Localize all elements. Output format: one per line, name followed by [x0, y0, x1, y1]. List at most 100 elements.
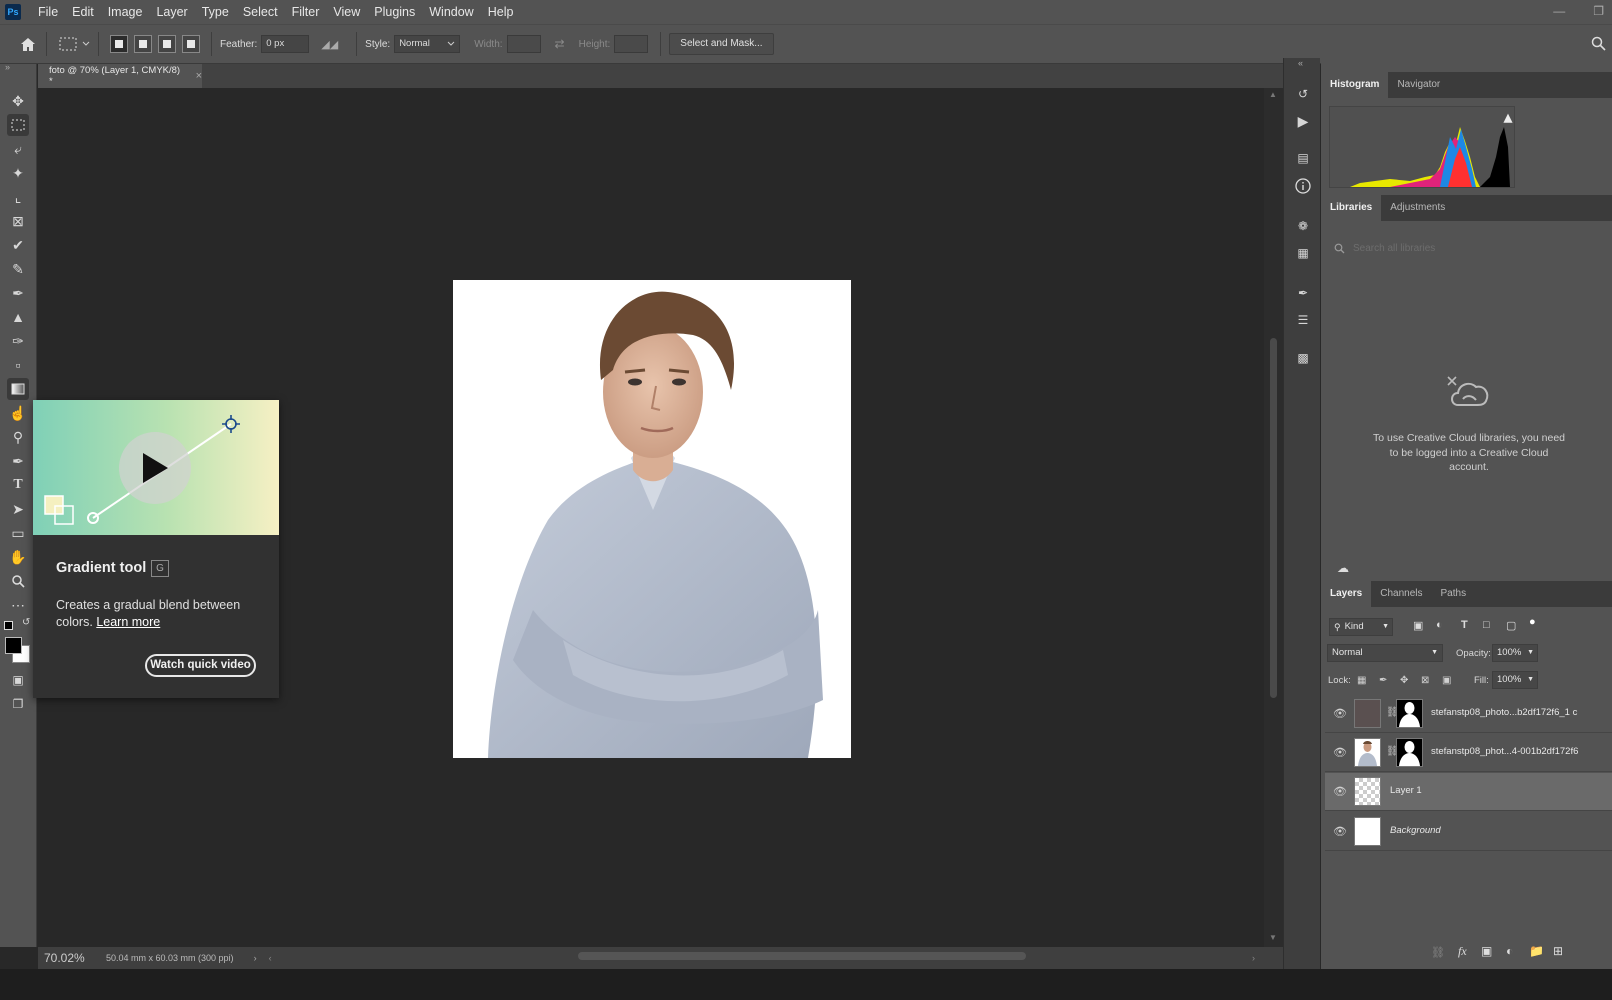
foreground-color-swatch[interactable] [5, 637, 22, 654]
chevron-right-icon[interactable]: › [254, 953, 257, 963]
gradient-tool-icon[interactable] [7, 378, 29, 400]
magic-wand-tool-icon[interactable]: ✦ [7, 162, 29, 184]
zoom-tool-icon[interactable] [7, 570, 29, 592]
brush-settings-icon[interactable]: ✒ [1293, 283, 1313, 303]
visibility-eye-icon[interactable]: 👁 [1333, 785, 1347, 798]
menu-select[interactable]: Select [236, 0, 285, 24]
swap-colors-icon[interactable]: ↺ [22, 617, 30, 628]
document-info[interactable]: 50.04 mm x 60.03 mm (300 ppi) [106, 953, 234, 963]
document-image[interactable] [453, 280, 851, 758]
tooltip-video-thumbnail[interactable] [33, 400, 279, 535]
cloud-sync-icon[interactable]: ☁ [1337, 561, 1349, 575]
lock-pixels-icon[interactable]: ✒ [1379, 675, 1387, 686]
tab-channels[interactable]: Channels [1371, 581, 1431, 607]
filter-adjustment-icon[interactable]: ◐ [1436, 619, 1443, 631]
healing-brush-tool-icon[interactable]: ✎ [7, 258, 29, 280]
horizontal-scroll-thumb[interactable] [578, 952, 1026, 960]
menu-help[interactable]: Help [481, 0, 521, 24]
scroll-left-icon[interactable]: ‹ [269, 953, 272, 963]
visibility-eye-icon[interactable]: 👁 [1333, 707, 1347, 720]
play-button[interactable] [119, 432, 191, 504]
menu-type[interactable]: Type [195, 0, 236, 24]
adjustments-sliders-icon[interactable]: ☰ [1293, 310, 1313, 330]
quick-mask-icon[interactable]: ▣ [7, 669, 29, 691]
eraser-tool-icon[interactable]: ▫ [7, 354, 29, 376]
pen-tool-icon[interactable]: ✒ [7, 450, 29, 472]
info-icon[interactable] [1293, 176, 1313, 196]
tab-histogram[interactable]: Histogram [1321, 72, 1389, 98]
menu-layer[interactable]: Layer [149, 0, 194, 24]
anti-alias-icon[interactable]: ◢◢ [321, 38, 338, 51]
tab-layers[interactable]: Layers [1321, 581, 1372, 607]
restore-icon[interactable]: ❐ [1593, 0, 1604, 22]
rectangle-tool-icon[interactable]: ▭ [7, 522, 29, 544]
path-selection-tool-icon[interactable]: ➤ [7, 498, 29, 520]
hand-tool-icon[interactable]: ✋ [7, 546, 29, 568]
scroll-down-icon[interactable]: ▼ [1269, 933, 1277, 942]
lasso-tool-icon[interactable]: ⤶ [7, 138, 29, 160]
add-mask-icon[interactable]: ▣ [1481, 944, 1492, 958]
document-tab[interactable]: foto @ 70% (Layer 1, CMYK/8) * × [38, 64, 202, 88]
default-colors-icon[interactable] [4, 621, 13, 630]
stamp-tool-icon[interactable]: ▲ [7, 306, 29, 328]
home-icon[interactable] [18, 37, 38, 52]
layer-row[interactable]: 👁 ⛓ stefanstp08_phot...4-001b2df172f6 [1325, 734, 1612, 772]
new-selection-button[interactable] [110, 35, 128, 53]
style-select[interactable]: Normal [394, 35, 461, 53]
history-icon[interactable]: ↺ [1293, 84, 1313, 104]
feather-input[interactable]: 0 px [261, 35, 310, 53]
intersect-selection-button[interactable] [182, 35, 200, 53]
search-icon[interactable] [1591, 36, 1606, 54]
subtract-selection-button[interactable] [158, 35, 176, 53]
frame-tool-icon[interactable]: ⊠ [7, 210, 29, 232]
minimize-icon[interactable]: — [1553, 0, 1565, 22]
swatches-grid-icon[interactable]: ▦ [1293, 243, 1313, 263]
tab-navigator[interactable]: Navigator [1388, 72, 1449, 98]
color-palette-icon[interactable]: ❁ [1293, 216, 1313, 236]
move-tool-icon[interactable]: ✥ [7, 90, 29, 112]
tab-libraries[interactable]: Libraries [1321, 195, 1382, 221]
more-tools-icon[interactable]: ⋯ [7, 594, 29, 616]
new-layer-icon[interactable]: ⊞ [1553, 944, 1563, 958]
fill-input[interactable]: 100% ▼ [1492, 671, 1538, 689]
visibility-eye-icon[interactable]: 👁 [1333, 825, 1347, 838]
layer-row[interactable]: 👁 Background [1325, 813, 1612, 851]
type-tool-icon[interactable]: T [7, 474, 29, 496]
screen-mode-icon[interactable]: ❐ [7, 693, 29, 715]
history-brush-tool-icon[interactable]: ✑ [7, 330, 29, 352]
watch-video-button[interactable]: Watch quick video [145, 654, 256, 677]
height-input[interactable] [614, 35, 649, 53]
marquee-tool-icon[interactable] [7, 114, 29, 136]
select-and-mask-button[interactable]: Select and Mask... [669, 33, 774, 55]
filter-type-icon[interactable]: T [1461, 619, 1468, 631]
swap-icon[interactable]: ⇄ [555, 37, 565, 51]
lock-all-icon[interactable]: ▣ [1442, 675, 1451, 686]
link-layers-icon[interactable]: ⛓ [1431, 946, 1445, 959]
add-selection-button[interactable] [134, 35, 152, 53]
menu-file[interactable]: File [31, 0, 65, 24]
collapse-icon[interactable]: » [5, 62, 10, 72]
zoom-level[interactable]: 70.02% [44, 951, 96, 965]
vertical-scrollbar[interactable]: ▲ ▼ [1264, 88, 1283, 947]
fx-icon[interactable]: fx [1458, 944, 1467, 959]
layer-row[interactable]: 👁 ⛓ stefanstp08_photo...b2df172f6_1 c [1325, 695, 1612, 733]
width-input[interactable] [506, 35, 541, 53]
menu-view[interactable]: View [326, 0, 367, 24]
actions-play-icon[interactable]: ▶ [1293, 111, 1313, 131]
layer-row-selected[interactable]: 👁 Layer 1 [1325, 773, 1612, 811]
library-search-input[interactable]: Search all libraries [1329, 238, 1605, 260]
scroll-right-icon[interactable]: › [1252, 953, 1255, 963]
new-group-icon[interactable]: 📁 [1529, 944, 1544, 958]
scroll-up-icon[interactable]: ▲ [1269, 90, 1277, 99]
layer-filter-kind[interactable]: ⚲ Kind ▼ [1329, 618, 1393, 636]
filter-shape-icon[interactable]: □ [1483, 619, 1490, 631]
menu-filter[interactable]: Filter [285, 0, 327, 24]
dodge-tool-icon[interactable]: ⚲ [7, 426, 29, 448]
crop-tool-icon[interactable]: ⌞ [7, 186, 29, 208]
new-adjustment-icon[interactable]: ◐ [1506, 944, 1513, 958]
menu-image[interactable]: Image [101, 0, 150, 24]
tab-adjustments[interactable]: Adjustments [1381, 195, 1454, 221]
brush-tool-icon[interactable]: ✒ [7, 282, 29, 304]
filter-smart-object-icon[interactable]: ▢ [1506, 619, 1516, 632]
layer-mask-thumbnail[interactable] [1396, 699, 1423, 728]
